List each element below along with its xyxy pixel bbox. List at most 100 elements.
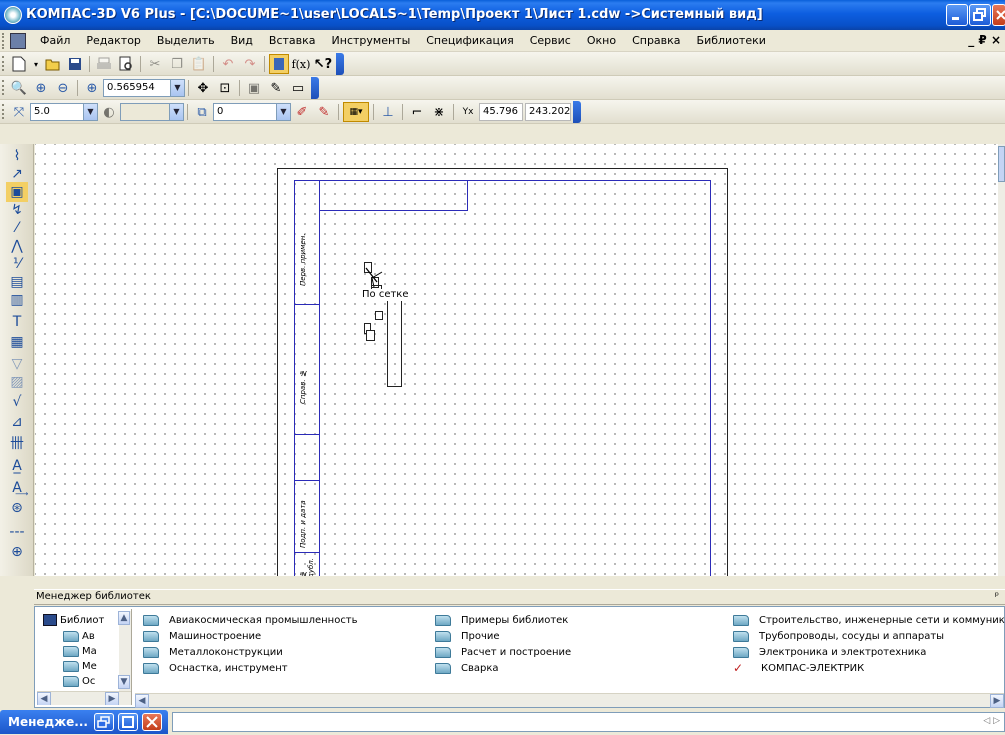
cut-icon[interactable]: ✂ xyxy=(145,54,165,74)
restore-button[interactable] xyxy=(969,4,991,26)
scroll-right-icon[interactable]: ▶ xyxy=(105,692,119,705)
menu-item-10[interactable]: Библиотеки xyxy=(689,34,774,47)
toolbar-options-icon[interactable] xyxy=(573,101,581,123)
library-item[interactable]: Сварка xyxy=(435,661,499,676)
angle-dropdown-icon[interactable]: ▼ xyxy=(169,104,183,120)
reports-icon[interactable]: ▤ xyxy=(6,272,28,292)
print-icon[interactable] xyxy=(94,54,114,74)
y-coordinate-field[interactable]: 243.202 xyxy=(525,103,571,121)
axis-line-icon[interactable]: --- xyxy=(6,522,28,542)
tree-vscroll[interactable]: ▲ ▼ xyxy=(118,611,131,691)
minimize-button[interactable] xyxy=(946,4,968,26)
mdi-controls[interactable]: _ ₽ × xyxy=(968,33,1001,47)
cut-line-icon[interactable]: ⊛ xyxy=(6,498,28,518)
text-icon[interactable]: T xyxy=(6,312,28,332)
base-icon[interactable]: ⊿ xyxy=(6,412,28,432)
menu-item-1[interactable]: Редактор xyxy=(78,34,149,47)
library-hscroll[interactable]: ◀ ▶ xyxy=(135,693,1004,708)
zoom-in-icon[interactable]: ⊕ xyxy=(31,78,51,98)
geometry-icon[interactable]: ⌇ xyxy=(6,146,28,166)
library-item[interactable]: ✓ КОМПАС-ЭЛЕКТРИК xyxy=(733,661,864,676)
scroll-right-icon[interactable]: ▶ xyxy=(990,694,1004,708)
coordinates-icon[interactable]: Yx xyxy=(458,102,478,122)
menu-item-2[interactable]: Выделить xyxy=(149,34,223,47)
orthogonal-icon[interactable]: ⊥ xyxy=(378,102,398,122)
layer-dropdown-icon[interactable]: ▼ xyxy=(276,104,290,120)
new-document-icon[interactable] xyxy=(9,54,29,74)
drawing-canvas[interactable]: По сетке Перв. примен. Справ. № Подп. и … xyxy=(35,144,998,576)
menu-item-9[interactable]: Справка xyxy=(624,34,688,47)
angle-field[interactable]: ▼ xyxy=(120,103,184,121)
close-button[interactable] xyxy=(992,4,1005,26)
display-settings-icon[interactable]: ▭ xyxy=(288,78,308,98)
library-item[interactable]: Машиностроение xyxy=(143,629,261,644)
scroll-left-icon[interactable]: ◀ xyxy=(37,692,51,705)
center-mark-icon[interactable]: ⊕ xyxy=(6,542,28,562)
minimized-close-button[interactable] xyxy=(142,713,162,731)
grid-toggle-icon[interactable]: ▦▾ xyxy=(343,102,369,122)
document-icon[interactable] xyxy=(10,33,26,49)
menu-item-7[interactable]: Сервис xyxy=(522,34,579,47)
library-item[interactable]: Металлоконструкции xyxy=(143,645,283,660)
layer-field[interactable]: 0 ▼ xyxy=(213,103,291,121)
library-item[interactable]: Строительство, инженерные сети и коммуни… xyxy=(733,613,1005,628)
menu-item-3[interactable]: Вид xyxy=(223,34,261,47)
zoom-window-icon[interactable]: 🔍 xyxy=(9,78,29,98)
zoom-out-icon[interactable]: ⊖ xyxy=(53,78,73,98)
tree-item[interactable]: Ма xyxy=(63,644,97,658)
minimized-maximize-button[interactable] xyxy=(118,713,138,731)
library-item[interactable]: Прочие xyxy=(435,629,500,644)
step-dropdown-icon[interactable]: ▼ xyxy=(83,104,97,120)
menu-item-5[interactable]: Инструменты xyxy=(324,34,419,47)
library-item[interactable]: Трубопроводы, сосуды и аппараты xyxy=(733,629,944,644)
print-preview-icon[interactable] xyxy=(116,54,136,74)
status-arrows[interactable]: ◁ ▷ xyxy=(983,716,1000,726)
hatch-icon[interactable]: ▽ xyxy=(6,354,28,374)
scroll-down-icon[interactable]: ▼ xyxy=(118,675,130,689)
show-all-icon[interactable]: ⊡ xyxy=(215,78,235,98)
layer-icon[interactable]: ⧉ xyxy=(192,102,212,122)
save-icon[interactable] xyxy=(65,54,85,74)
measure-icon[interactable]: ⁄ xyxy=(6,218,28,238)
step-cursor-icon[interactable]: ⤧ xyxy=(9,102,29,122)
tree-hscroll[interactable]: ◀ ▶ xyxy=(37,691,131,705)
menu-item-4[interactable]: Вставка xyxy=(261,34,324,47)
scroll-left-icon[interactable]: ◀ xyxy=(135,694,149,708)
menu-item-8[interactable]: Окно xyxy=(579,34,624,47)
tree-item[interactable]: Ме xyxy=(63,659,97,673)
insert-icon[interactable]: ▥ xyxy=(6,290,28,310)
help-pointer-icon[interactable]: ↖? xyxy=(313,54,333,74)
toolbar-grip[interactable] xyxy=(2,33,5,49)
scroll-up-icon[interactable]: ▲ xyxy=(118,611,130,625)
rebuild-icon[interactable]: ✎ xyxy=(266,78,286,98)
parametrization-icon[interactable]: ↯ xyxy=(6,200,28,220)
step-field[interactable]: 5.0 ▼ xyxy=(30,103,98,121)
pan-icon[interactable]: ✥ xyxy=(193,78,213,98)
zoom-scale-icon[interactable]: ⊕ xyxy=(82,78,102,98)
color-icon[interactable]: ✎ xyxy=(314,102,334,122)
undo-icon[interactable]: ↶ xyxy=(218,54,238,74)
document-manager-icon[interactable] xyxy=(269,54,289,74)
redo-icon[interactable]: ↷ xyxy=(240,54,260,74)
table-icon[interactable]: ▦ xyxy=(6,332,28,352)
scroll-thumb[interactable] xyxy=(998,146,1005,182)
toolbar-options-icon[interactable] xyxy=(311,77,319,99)
snaps-icon[interactable]: ⋇ xyxy=(429,102,449,122)
minimized-restore-button[interactable] xyxy=(94,713,114,731)
angle-step-icon[interactable]: ◐ xyxy=(99,102,119,122)
tree-item[interactable]: Ос xyxy=(63,674,95,688)
roughness-icon[interactable]: √ xyxy=(6,392,28,412)
specification-icon[interactable]: ⅟ xyxy=(6,254,28,274)
copy-icon[interactable]: ❐ xyxy=(167,54,187,74)
zoom-dropdown-icon[interactable]: ▼ xyxy=(170,80,184,96)
fill-icon[interactable]: ▨ xyxy=(6,372,28,392)
library-item[interactable]: Электроника и электротехника xyxy=(733,645,926,660)
dimensions-icon[interactable]: ↗ xyxy=(6,164,28,184)
editing-icon[interactable]: ▣ xyxy=(6,182,28,202)
open-folder-icon[interactable] xyxy=(43,54,63,74)
menu-item-6[interactable]: Спецификация xyxy=(418,34,521,47)
pin-icon[interactable]: ᵖ xyxy=(995,591,999,602)
tree-item[interactable]: Ав xyxy=(63,629,95,643)
vertical-scrollbar[interactable] xyxy=(998,144,1005,576)
line-style-icon[interactable]: ✐ xyxy=(292,102,312,122)
